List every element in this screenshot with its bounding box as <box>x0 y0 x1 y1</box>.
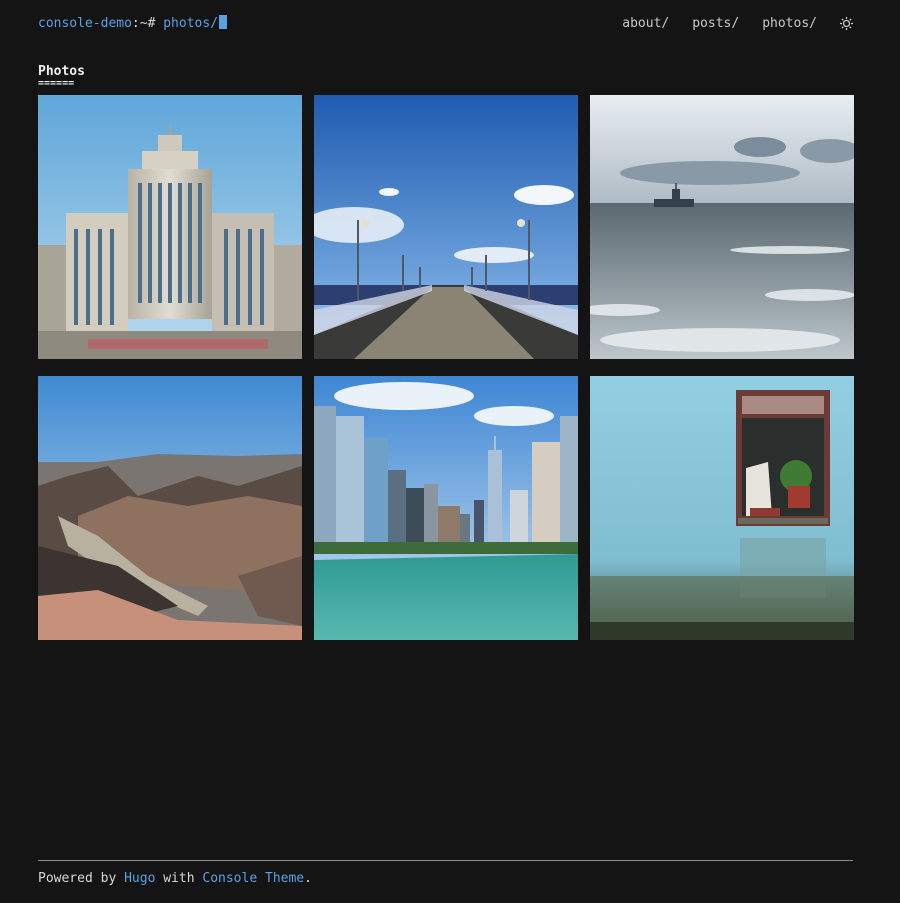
photo-blue-wall-window[interactable] <box>590 376 854 640</box>
site-prompt[interactable]: console-demo:~# photos/ <box>38 15 228 31</box>
current-path: photos/ <box>163 16 219 31</box>
nav-item-posts[interactable]: posts/ <box>692 16 739 31</box>
photo-city-river-skyline[interactable] <box>314 376 578 640</box>
footer-middle: with <box>155 871 203 886</box>
photo-palace-of-culture[interactable] <box>38 95 302 359</box>
prompt-separator: :~# <box>131 16 164 31</box>
nav-item-photos[interactable]: photos/ <box>762 16 817 31</box>
page-title-underline: ====== <box>38 78 75 89</box>
theme-toggle-icon[interactable] <box>840 16 853 30</box>
footer-prefix: Powered by <box>38 871 125 886</box>
terminal-cursor <box>219 15 228 29</box>
console-theme-link[interactable]: Console Theme <box>202 871 304 886</box>
photo-stormy-sea-boat[interactable] <box>590 95 854 359</box>
photo-pier-walkway[interactable] <box>314 95 578 359</box>
page-title: Photos <box>38 64 85 79</box>
nav-item-about[interactable]: about/ <box>622 16 669 31</box>
photo-grand-canyon[interactable] <box>38 376 302 640</box>
footer-divider <box>38 860 853 861</box>
page-title-block: Photos ====== <box>38 64 85 89</box>
footer: Powered by Hugo with Console Theme. <box>38 871 312 886</box>
header: console-demo:~# photos/ about/ posts/ ph… <box>38 14 853 32</box>
hugo-link[interactable]: Hugo <box>124 871 155 886</box>
footer-suffix: . <box>304 871 312 886</box>
main-nav: about/ posts/ photos/ <box>622 16 853 31</box>
site-name[interactable]: console-demo <box>38 16 132 31</box>
photo-grid <box>38 95 854 640</box>
